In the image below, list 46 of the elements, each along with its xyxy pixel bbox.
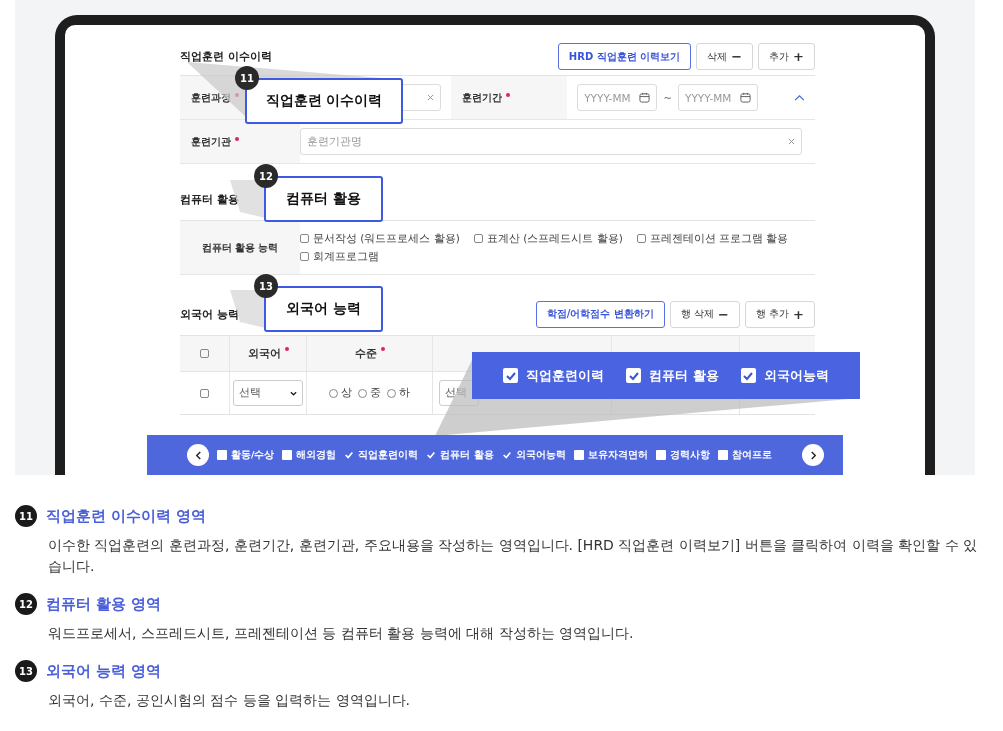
description-text: 이수한 직업훈련의 훈련과정, 훈련기간, 훈련기관, 주요내용을 작성하는 영역입니다. [HRD 직업훈련 이력보기] 버튼을 클릭하여 이력을 확인할 수 있습니다. xyxy=(48,536,978,576)
section-toggle[interactable]: 참여프로 xyxy=(717,448,772,462)
action-button[interactable]: 행 추가 + xyxy=(744,300,815,328)
description-text: 워드프로세서, 스프레드시트, 프레젠테이션 등 컴퓨터 활용 능력에 대해 작성하는 영역입니다. xyxy=(48,624,635,643)
date-field[interactable]: YYYY-MM xyxy=(577,84,658,111)
action-button[interactable]: 추가 + xyxy=(758,43,815,70)
action-button[interactable]: 삭제 − xyxy=(696,43,754,70)
banner-checkbox[interactable]: 외국어능력 xyxy=(740,366,829,385)
section-title: 컴퓨터 활용 xyxy=(180,191,239,207)
section-toggle[interactable]: 해외경험 xyxy=(282,448,337,462)
action-button[interactable]: 학점/어학점수 변환하기 xyxy=(535,300,665,328)
checkbox-option[interactable]: 문서작성 (워드프로세스 활용) xyxy=(300,231,460,246)
description-text: 외국어, 수준, 공인시험의 점수 등을 입력하는 영역입니다. xyxy=(48,691,412,710)
language-select[interactable]: 선택 xyxy=(233,380,303,406)
column-header: 외국어 xyxy=(247,346,289,361)
step-badge: 12 xyxy=(15,593,37,615)
level-radio[interactable]: 상 xyxy=(329,386,352,400)
field-label: 컴퓨터 활용 능력 xyxy=(180,221,300,274)
section-toggle[interactable]: 컴퓨터 활용 xyxy=(426,448,494,462)
field-label: 훈련기간 xyxy=(451,76,568,119)
description-title: 컴퓨터 활용 영역 xyxy=(46,594,162,614)
section-toggle[interactable]: 활동/수상 xyxy=(217,448,275,462)
action-button[interactable]: HRD 직업훈련 이력보기 xyxy=(557,43,692,70)
checkbox-option[interactable]: 회계프로그램 xyxy=(300,249,379,264)
section-title: 외국어 능력 xyxy=(180,306,239,322)
section-toggle[interactable]: 직업훈련이력 xyxy=(344,448,419,462)
level-radio[interactable]: 중 xyxy=(358,386,381,400)
action-button[interactable]: 행 삭제 − xyxy=(669,300,740,328)
description-title: 직업훈련 이수이력 영역 xyxy=(46,506,207,526)
banner-checkbox[interactable]: 컴퓨터 활용 xyxy=(626,366,719,385)
description-title: 외국어 능력 영역 xyxy=(46,661,162,681)
step-badge: 13 xyxy=(15,660,37,682)
column-header: 수준 xyxy=(354,346,385,361)
checkbox-option[interactable]: 프레젠테이션 프로그램 활용 xyxy=(636,231,789,246)
field-label: 훈련기관 xyxy=(180,120,300,163)
step-badge: 11 xyxy=(15,505,37,527)
section-toggle[interactable]: 외국어능력 xyxy=(501,448,566,462)
section-title: 직업훈련 이수이력 xyxy=(180,49,272,64)
range-separator: ~ xyxy=(663,91,672,104)
input-field[interactable]: 훈련기관명 xyxy=(300,128,802,155)
date-field[interactable]: YYYY-MM xyxy=(678,84,758,111)
section-toggle[interactable]: 보유자격면허 xyxy=(573,448,648,462)
level-radio[interactable]: 하 xyxy=(387,386,410,400)
section-toggle[interactable]: 경력사항 xyxy=(655,448,710,462)
checkbox-option[interactable]: 표계산 (스프레드시트 활용) xyxy=(473,231,623,246)
banner-checkbox[interactable]: 직업훈련이력 xyxy=(503,366,605,385)
